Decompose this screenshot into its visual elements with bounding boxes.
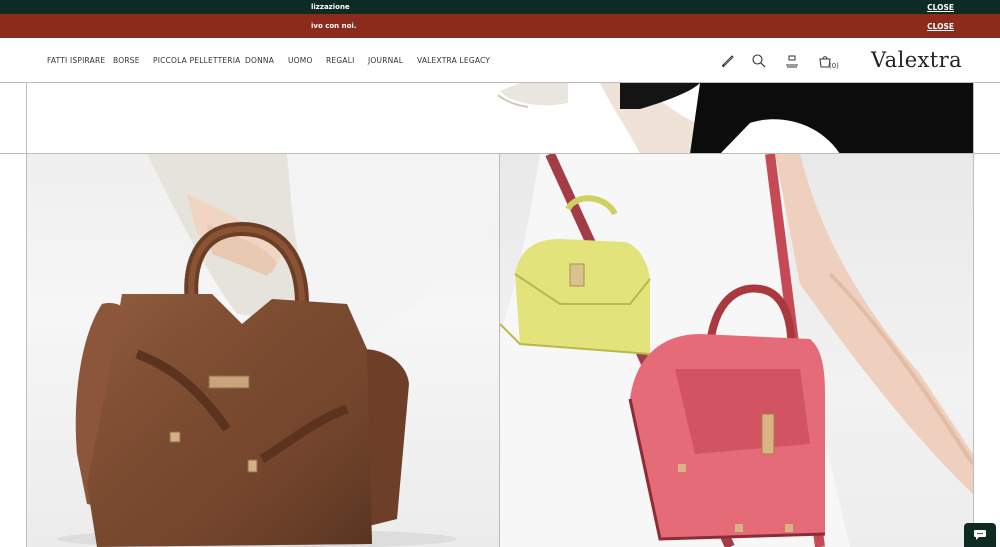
cart-count: (0) (829, 62, 839, 70)
nav-item-valextra-legacy[interactable]: VALEXTRA LEGACY (417, 56, 490, 65)
nav-item-uomo[interactable]: UOMO (288, 56, 313, 65)
brown-tote-illustration (57, 154, 499, 547)
brand-logo[interactable]: Valextra (871, 48, 962, 72)
nav-item-borse[interactable]: BORSE (113, 56, 140, 65)
hero-banner-image (0, 83, 1000, 154)
promo-banner-second: ivo con noi. CLOSE (0, 14, 1000, 38)
nav-item-journal[interactable]: JOURNAL (368, 56, 403, 65)
hero-image-fragment (27, 83, 973, 153)
chat-button[interactable] (964, 523, 996, 547)
nav-item-piccola-pelletteria[interactable]: PICCOLA PELLETTERIA (153, 56, 240, 65)
banner-close-link[interactable]: CLOSE (927, 3, 954, 12)
banner-message: lizzazione (311, 3, 350, 11)
product-image-brown-tote[interactable] (27, 154, 499, 547)
search-icon[interactable] (751, 53, 767, 69)
account-icon[interactable] (784, 53, 800, 69)
nav-item-fatti-ispirare[interactable]: FATTI ISPIRARE (47, 56, 105, 65)
phone-icon[interactable] (719, 53, 735, 69)
banner-close-link[interactable]: CLOSE (927, 22, 954, 31)
yellow-pink-bags-illustration (500, 154, 973, 547)
site-header: FATTI ISPIRARE BORSE PICCOLA PELLETTERIA… (0, 38, 1000, 83)
frame-line-right (973, 83, 974, 547)
chat-icon (974, 530, 986, 540)
promo-banner-top: lizzazione CLOSE (0, 0, 1000, 14)
product-image-yellow-pink-bags[interactable] (500, 154, 973, 547)
nav-item-donna[interactable]: DONNA (245, 56, 274, 65)
nav-item-regali[interactable]: REGALI (326, 56, 354, 65)
banner-message: ivo con noi. (311, 22, 357, 30)
